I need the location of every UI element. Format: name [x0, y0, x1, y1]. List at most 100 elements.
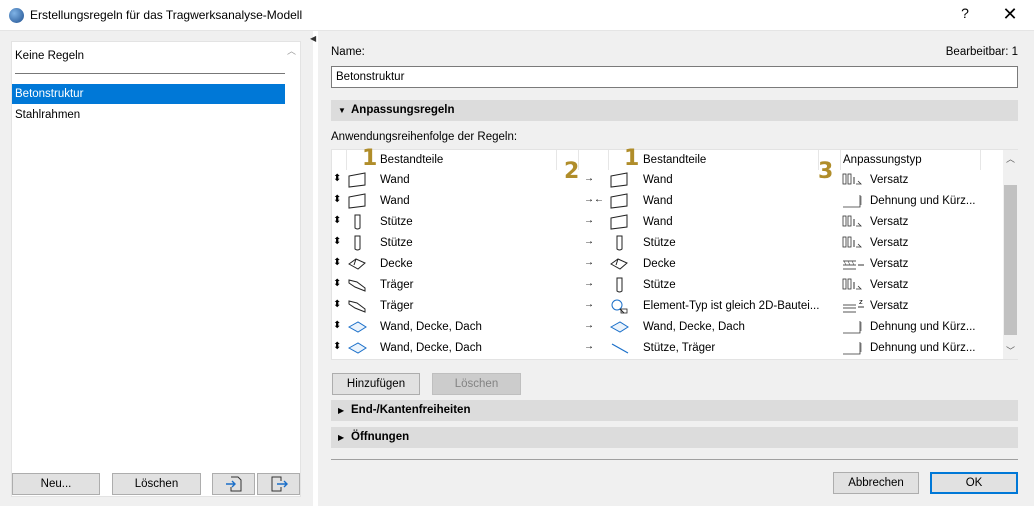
extend-trim-icon	[842, 319, 866, 335]
reorder-handle-icon[interactable]: ⬍	[333, 173, 341, 184]
order-label: Anwendungsreihenfolge der Regeln:	[331, 131, 518, 143]
source-components: Träger	[380, 300, 414, 312]
help-button[interactable]: ?	[953, 5, 977, 25]
line-member-icon	[609, 340, 631, 356]
new-rule-button[interactable]: Neu...	[12, 473, 100, 495]
no-rules-item[interactable]: Keine Regeln	[15, 47, 285, 74]
table-row[interactable]: ⬍ Wand, Decke, Dach → Wand, Decke, Dach Dehn…	[332, 317, 1002, 338]
reorder-handle-icon[interactable]: ⬍	[333, 320, 341, 331]
source-components: Träger	[380, 279, 414, 291]
caret-down-icon: ▼	[338, 106, 346, 115]
source-components: Stütze	[380, 216, 413, 228]
editable-label: Bearbeitbar: 1	[945, 46, 1018, 58]
rule-details: Name: Bearbeitbar: 1 Betonstruktur ▼ Anp…	[318, 31, 1034, 506]
table-scrollbar[interactable]: ︿ ﹀	[1003, 150, 1018, 359]
wall-icon	[609, 172, 631, 188]
export-icon	[271, 476, 288, 492]
ok-button[interactable]: OK	[930, 472, 1018, 494]
target-components: Wand	[643, 174, 673, 186]
rule-item-betonstruktur[interactable]: Betonstruktur	[12, 84, 285, 104]
delete-adjustment-button[interactable]: Löschen	[432, 373, 521, 395]
table-row[interactable]: ⬍ Wand →← Wand Dehnung und Kürz...	[332, 191, 1002, 212]
rule-item-stahlrahmen[interactable]: Stahlrahmen	[12, 105, 285, 125]
section-openings-label: Öffnungen	[351, 431, 410, 443]
reorder-handle-icon[interactable]: ⬍	[333, 341, 341, 352]
surface-icon	[347, 319, 369, 335]
import-icon	[225, 476, 241, 492]
source-components: Wand, Decke, Dach	[380, 342, 482, 354]
table-row[interactable]: ⬍ Stütze → Stütze Versatz	[332, 233, 1002, 254]
app-logo-icon	[9, 8, 24, 23]
arrow-right-icon: →←	[584, 194, 604, 205]
section-adjustment-rules-label: Anpassungsregeln	[351, 104, 455, 116]
reorder-handle-icon[interactable]: ⬍	[333, 236, 341, 247]
divider	[331, 459, 1018, 460]
target-components: Decke	[643, 258, 676, 270]
rule-list[interactable]: Keine Regeln Betonstruktur Stahlrahmen ︿…	[11, 41, 301, 497]
target-components: Wand	[643, 195, 673, 207]
target-components: Stütze	[643, 237, 676, 249]
adjustment-type: Versatz	[870, 174, 909, 186]
caret-right-icon: ▶	[338, 433, 345, 442]
reorder-handle-icon[interactable]: ⬍	[333, 278, 341, 289]
arrow-right-icon: →	[584, 278, 594, 289]
adjustment-type: Dehnung und Kürz...	[870, 321, 976, 333]
table-row[interactable]: ⬍ Stütze → Wand Versatz	[332, 212, 1002, 233]
source-components: Decke	[380, 258, 413, 270]
column-icon	[347, 235, 369, 251]
caret-right-icon: ▶	[338, 406, 345, 415]
extend-trim-icon	[842, 193, 866, 209]
collapse-panel-icon[interactable]: ◀	[310, 34, 316, 43]
col-components-1[interactable]: Bestandteile	[347, 150, 557, 170]
col-components-2[interactable]: Bestandteile	[609, 150, 819, 170]
adjustment-type: Versatz	[870, 216, 909, 228]
export-button[interactable]	[257, 473, 300, 495]
arrow-right-icon: →	[584, 257, 594, 268]
chevron-down-icon[interactable]: ﹀	[1006, 344, 1015, 357]
wall-icon	[347, 193, 369, 209]
table-row[interactable]: ⬍ Träger → Stütze Versatz	[332, 275, 1002, 296]
column-icon	[609, 235, 631, 251]
wall-icon	[609, 214, 631, 230]
chevron-up-icon[interactable]: ︿	[1006, 152, 1015, 165]
rules-sidebar: Keine Regeln Betonstruktur Stahlrahmen ︿…	[0, 31, 313, 506]
adjustment-type: Dehnung und Kürz...	[870, 195, 976, 207]
table-row[interactable]: ⬍ Wand → Wand Versatz	[332, 170, 1002, 191]
close-button[interactable]: ✕	[994, 4, 1026, 26]
section-openings[interactable]: ▶ Öffnungen	[331, 427, 1018, 448]
add-rule-button[interactable]: Hinzufügen	[332, 373, 420, 395]
table-row[interactable]: ⬍ Wand, Decke, Dach → Stütze, Träger Dehnung…	[332, 338, 1002, 359]
arrow-right-icon: →	[584, 341, 594, 352]
adjustment-type: Versatz	[870, 258, 909, 270]
scrollbar-thumb[interactable]	[1004, 185, 1017, 335]
adjustment-type: Versatz	[870, 300, 909, 312]
reorder-handle-icon[interactable]: ⬍	[333, 257, 341, 268]
chevron-up-icon[interactable]: ︿	[287, 44, 296, 57]
svg-text:z: z	[859, 298, 863, 306]
step-badge-1b: 1	[624, 146, 640, 171]
section-end-edge[interactable]: ▶ End-/Kantenfreiheiten	[331, 400, 1018, 421]
target-components: Stütze	[643, 279, 676, 291]
col-adjust-type[interactable]: Anpassungstyp	[841, 150, 981, 170]
delete-rule-button[interactable]: Löschen	[112, 473, 201, 495]
name-label: Name:	[331, 46, 365, 58]
col-sort	[332, 150, 347, 170]
offset-icon	[842, 172, 866, 188]
no-rules-label: Keine Regeln	[15, 50, 85, 62]
column-icon	[609, 277, 631, 293]
reorder-handle-icon[interactable]: ⬍	[333, 194, 341, 205]
source-components: Wand	[380, 195, 410, 207]
column-icon	[347, 214, 369, 230]
reorder-handle-icon[interactable]: ⬍	[333, 299, 341, 310]
col-arrow	[579, 150, 609, 170]
reorder-handle-icon[interactable]: ⬍	[333, 215, 341, 226]
title-bar: Erstellungsregeln für das Tragwerksanaly…	[0, 0, 1034, 31]
import-button[interactable]	[212, 473, 255, 495]
section-adjustment-rules[interactable]: ▼ Anpassungsregeln	[331, 100, 1018, 121]
name-field[interactable]: Betonstruktur	[331, 66, 1018, 88]
slab-offset-icon	[842, 256, 866, 272]
cancel-button[interactable]: Abbrechen	[833, 472, 919, 494]
wall-icon	[609, 193, 631, 209]
table-row[interactable]: ⬍ Träger → Element-Typ ist gleich 2D-Bautei…	[332, 296, 1002, 317]
table-row[interactable]: ⬍ Decke → Decke Versatz	[332, 254, 1002, 275]
